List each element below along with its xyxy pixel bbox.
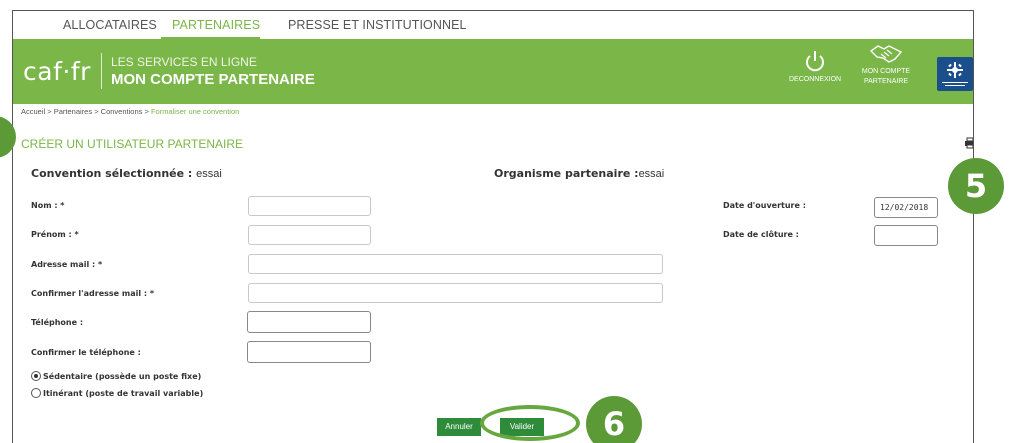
account-label-line2: PARTENAIRE [863, 78, 909, 85]
telephone-confirm-input[interactable] [247, 341, 371, 363]
breadcrumb-item-accueil[interactable]: Accueil [21, 107, 45, 116]
radio-sedentaire-label: Sédentaire (possède un poste fixe) [43, 371, 202, 381]
header-banner: caf·fr LES SERVICES EN LIGNE MON COMPTE … [13, 39, 973, 104]
browser-frame: ALLOCATAIRES PARTENAIRES PRESSE ET INSTI… [12, 10, 974, 443]
radio-unselected-indicator [31, 388, 41, 398]
prenom-label: Prénom : * [31, 230, 79, 239]
annotation-ring-valider [480, 405, 580, 441]
radio-sedentaire[interactable]: Sédentaire (possède un poste fixe) [31, 371, 201, 381]
logo-divider [101, 53, 102, 89]
logout-button[interactable]: DECONNEXION [789, 49, 841, 85]
telephone-confirm-label: Confirmer le téléphone : [31, 348, 141, 357]
nom-input[interactable] [248, 196, 371, 216]
date-cloture-label: Date de clôture : [723, 230, 799, 239]
nav-allocataires[interactable]: ALLOCATAIRES [63, 18, 157, 32]
annotation-badge-6: 6 [586, 396, 642, 443]
organisme-label: Organisme partenaire : [494, 167, 639, 180]
convention-label: Convention sélectionnée : [31, 167, 193, 180]
account-label-line1: MON COMPTE [861, 68, 911, 75]
banner-subtitle-small: LES SERVICES EN LIGNE [111, 55, 257, 69]
email-label: Adresse mail : * [31, 260, 103, 269]
date-ouverture-label: Date d'ouverture : [723, 201, 806, 210]
republique-seal-icon [937, 57, 973, 91]
radio-itinerant-label: Itinérant (poste de travail variable) [43, 388, 204, 398]
convention-info: Convention sélectionnée : essai [31, 167, 222, 180]
email-input[interactable] [248, 254, 663, 274]
date-cloture-input[interactable] [874, 225, 938, 246]
telephone-input[interactable] [247, 311, 371, 333]
email-confirm-label: Confirmer l'adresse mail : * [31, 289, 155, 298]
organisme-info: Organisme partenaire :essai [494, 167, 664, 180]
breadcrumb-item-partenaires[interactable]: Partenaires [54, 107, 92, 116]
prenom-input[interactable] [248, 225, 371, 245]
nav-presse-institutionnel[interactable]: PRESSE ET INSTITUTIONNEL [288, 18, 467, 32]
my-account-button[interactable]: MON COMPTE PARTENAIRE [859, 43, 913, 87]
email-confirm-input[interactable] [248, 283, 663, 303]
annuler-button[interactable]: Annuler [437, 418, 481, 436]
nav-partenaires[interactable]: PARTENAIRES [172, 18, 260, 32]
banner-subtitle-big: MON COMPTE PARTENAIRE [111, 71, 315, 88]
top-navigation: ALLOCATAIRES PARTENAIRES PRESSE ET INSTI… [13, 11, 973, 39]
breadcrumb: Accueil > Partenaires > Conventions > Fo… [21, 107, 240, 116]
handshake-icon [869, 45, 903, 63]
annotation-badge-5: 5 [948, 158, 1004, 214]
power-icon [806, 51, 824, 72]
nom-label: Nom : * [31, 201, 65, 210]
breadcrumb-item-conventions[interactable]: Conventions [101, 107, 143, 116]
telephone-label: Téléphone : [31, 318, 84, 327]
convention-value: essai [196, 168, 222, 180]
print-icon[interactable] [964, 137, 973, 152]
organisme-value: essai [638, 168, 665, 180]
date-ouverture-input[interactable] [874, 197, 938, 218]
caf-logo[interactable]: caf·fr [23, 57, 91, 86]
radio-selected-indicator [31, 371, 41, 381]
breadcrumb-current: Formaliser une convention [150, 107, 240, 116]
page-title: CRÉER UN UTILISATEUR PARTENAIRE [21, 137, 244, 151]
logout-label: DECONNEXION [789, 76, 842, 83]
radio-itinerant[interactable]: Itinérant (poste de travail variable) [31, 388, 203, 398]
